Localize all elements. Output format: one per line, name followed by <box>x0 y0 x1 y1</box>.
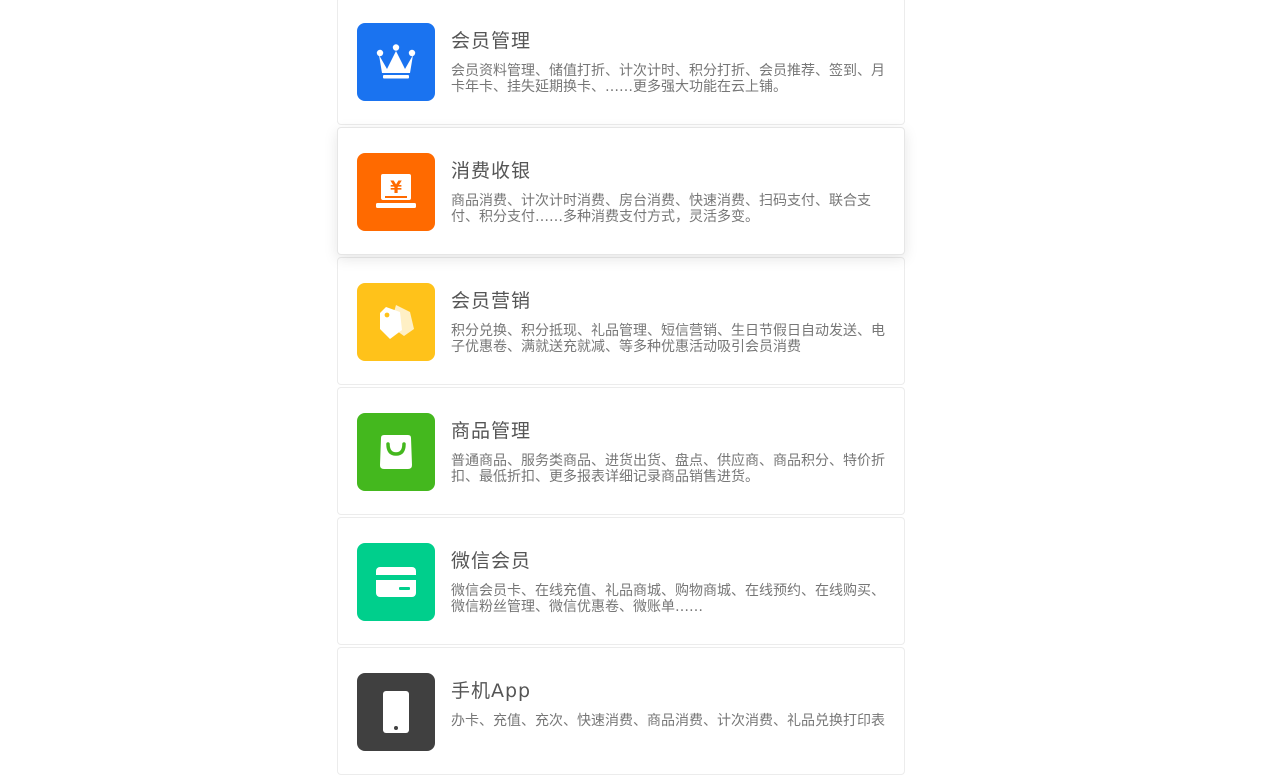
feature-icon-box <box>357 413 435 491</box>
feature-icon-box: ¥ <box>357 153 435 231</box>
crown-icon <box>376 44 416 80</box>
feature-description: 办卡、充值、充次、快速消费、商品消费、计次消费、礼品兑换打印表 <box>451 713 885 729</box>
tags-icon <box>376 302 416 342</box>
feature-title: 手机App <box>451 680 532 702</box>
card-icon <box>375 566 417 598</box>
feature-description: 普通商品、服务类商品、进货出货、盘点、供应商、商品积分、特价折扣、最低折扣、更多… <box>451 453 885 485</box>
shopping-bag-icon <box>378 432 414 472</box>
feature-description: 商品消费、计次计时消费、房台消费、快速消费、扫码支付、联合支付、积分支付……多种… <box>451 193 871 225</box>
feature-title: 微信会员 <box>451 550 532 572</box>
feature-description: 会员资料管理、储值打折、计次计时、积分打折、会员推荐、签到、月卡年卡、挂失延期换… <box>451 63 885 95</box>
feature-card-product-management[interactable]: 商品管理 普通商品、服务类商品、进货出货、盘点、供应商、商品积分、特价折扣、最低… <box>337 387 905 515</box>
feature-card-member-management[interactable]: 会员管理 会员资料管理、储值打折、计次计时、积分打折、会员推荐、签到、月卡年卡、… <box>337 0 905 125</box>
feature-title: 商品管理 <box>451 420 532 442</box>
phone-icon <box>382 690 410 734</box>
feature-description: 积分兑换、积分抵现、礼品管理、短信营销、生日节假日自动发送、电子优惠卷、满就送充… <box>451 323 885 355</box>
feature-card-mobile-app[interactable]: 手机App 办卡、充值、充次、快速消费、商品消费、计次消费、礼品兑换打印表 <box>337 647 905 775</box>
feature-icon-box <box>357 543 435 621</box>
feature-icon-box <box>357 673 435 751</box>
feature-list: 会员管理 会员资料管理、储值打折、计次计时、积分打折、会员推荐、签到、月卡年卡、… <box>337 0 905 777</box>
feature-card-marketing[interactable]: 会员营销 积分兑换、积分抵现、礼品管理、短信营销、生日节假日自动发送、电子优惠卷… <box>337 257 905 385</box>
feature-title: 会员管理 <box>451 30 532 52</box>
feature-icon-box <box>357 283 435 361</box>
feature-card-wechat-member[interactable]: 微信会员 微信会员卡、在线充值、礼品商城、购物商城、在线预约、在线购买、微信粉丝… <box>337 517 905 645</box>
feature-title: 会员营销 <box>451 290 532 312</box>
feature-icon-box <box>357 23 435 101</box>
cashier-icon: ¥ <box>376 173 416 211</box>
feature-description: 微信会员卡、在线充值、礼品商城、购物商城、在线预约、在线购买、微信粉丝管理、微信… <box>451 583 885 615</box>
svg-text:¥: ¥ <box>390 178 402 198</box>
feature-title: 消费收银 <box>451 160 532 182</box>
feature-card-checkout[interactable]: ¥ 消费收银 商品消费、计次计时消费、房台消费、快速消费、扫码支付、联合支付、积… <box>337 127 905 255</box>
